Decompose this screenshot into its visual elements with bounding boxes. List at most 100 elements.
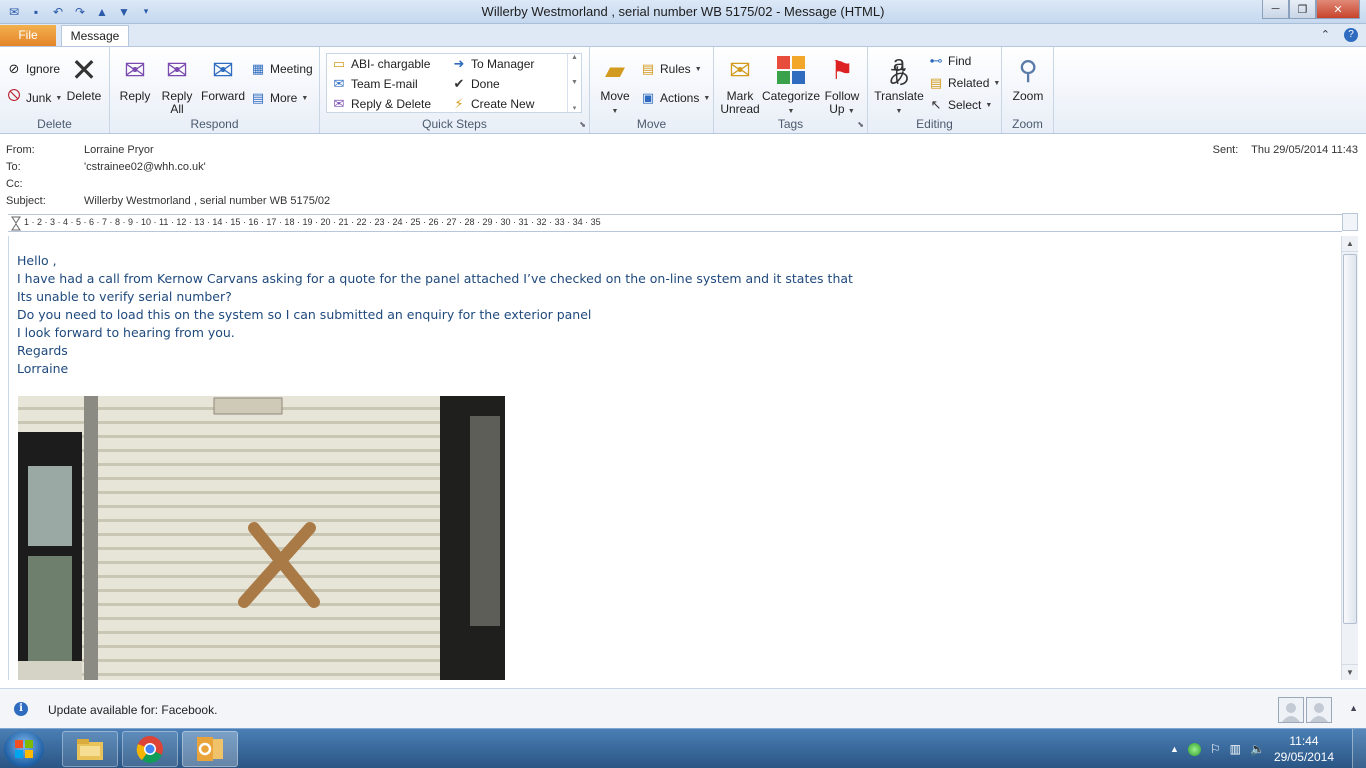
delete-button[interactable]: ✕ Delete [62,53,106,103]
reply-button[interactable]: ✉ Reply [116,53,154,103]
info-icon: i [14,702,28,716]
network-icon[interactable]: ▥ [1230,742,1241,756]
mark-unread-button[interactable]: ✉ Mark Unread [718,53,762,116]
quick-step-to-manager[interactable]: ➜ To Manager [451,54,535,74]
quick-step-create-new[interactable]: ⚡ Create New [451,94,534,114]
lightning-icon: ⚡ [454,96,464,111]
chevron-down-icon: ▼ [787,108,795,115]
group-label-move: Move [636,117,667,131]
editing-group: aあ Translate ▼ ⊷ Find ▤ Related ▼ ↖ Sele… [868,47,1002,133]
group-label-tags: Tags [777,117,804,131]
avatar[interactable] [1306,697,1332,723]
scroll-down-icon[interactable]: ▼ [1342,664,1358,680]
binoculars-icon: ⊷ [929,53,943,68]
taskbar-chrome[interactable] [122,731,178,767]
ruler[interactable]: 1 · 2 · 3 · 4 · 5 · 6 · 7 · 8 · 9 · 10 ·… [8,214,1342,232]
quick-step-reply-delete[interactable]: ✉ Reply & Delete [331,94,432,114]
reply-all-button[interactable]: ✉ Reply All [158,53,196,116]
rules-button[interactable]: ▤ Rules ▼ [640,59,702,79]
forward-button[interactable]: ✉ Forward [200,53,246,103]
rules-icon: ▤ [641,61,655,76]
taskbar: ▲ ⚐ ▥ 🔈 11:44 29/05/2014 [0,728,1366,768]
related-icon: ▤ [929,75,943,90]
quick-steps-scroll[interactable]: ▲ ▼ ▾ [567,54,581,112]
expand-people-pane-icon[interactable]: ▲ [1349,703,1358,713]
delete-group: ⊘ Ignore 🛇 Junk ▼ ✕ Delete Delete [0,47,110,133]
volume-icon[interactable]: 🔈 [1250,742,1265,756]
scroll-up-icon[interactable]: ▲ [1342,236,1358,252]
restore-icon[interactable]: ❐ [1289,0,1316,19]
people-pane-avatars [1278,697,1332,723]
quick-step-team-email[interactable]: ✉ Team E-mail [331,74,418,94]
ruler-numbers: 1 · 2 · 3 · 4 · 5 · 6 · 7 · 8 · 9 · 10 ·… [24,217,601,227]
attached-panel-photo[interactable] [18,396,505,680]
body-line: Its unable to verify serial number? [17,289,232,304]
expand-gallery-icon[interactable]: ▾ [573,104,577,112]
find-button[interactable]: ⊷ Find [928,51,972,71]
zoom-button[interactable]: ⚲ Zoom [1006,53,1050,103]
checkmark-icon: ✔ [453,76,465,91]
avatar[interactable] [1278,697,1304,723]
tab-message[interactable]: Message [61,25,129,47]
show-desktop-button[interactable] [1352,729,1366,768]
more-icon: ▤ [251,90,265,105]
minimize-icon[interactable]: ─ [1262,0,1289,19]
related-button[interactable]: ▤ Related ▼ [928,73,1000,93]
taskbar-file-explorer[interactable] [62,731,118,767]
quick-step-done[interactable]: ✔ Done [451,74,500,94]
categorize-button[interactable]: Categorize ▼ [762,53,820,118]
actions-button[interactable]: ▣ Actions ▼ [640,88,710,108]
follow-up-button[interactable]: ⚑ Follow Up ▼ [820,53,864,118]
close-icon[interactable]: ✕ [1316,0,1360,19]
scroll-up-icon[interactable]: ▲ [571,54,578,61]
meeting-icon: ▦ [251,61,265,76]
cc-label: Cc: [6,178,23,190]
delete-x-icon: ✕ [70,51,98,88]
scroll-down-icon[interactable]: ▼ [571,79,578,86]
select-button[interactable]: ↖ Select ▼ [928,95,993,115]
tab-file[interactable]: File [0,25,56,46]
action-center-flag-icon[interactable]: ⚐ [1210,742,1221,756]
junk-button[interactable]: 🛇 Junk ▼ [6,88,62,108]
help-icon[interactable]: ? [1344,28,1358,42]
translate-button[interactable]: aあ Translate ▼ [872,53,926,118]
team-email-icon: ✉ [333,76,345,91]
clock-date: 29/05/2014 [1273,750,1334,764]
group-label-zoom: Zoom [1012,117,1043,131]
chevron-down-icon: ▼ [985,101,993,109]
scroll-thumb[interactable] [1343,254,1357,624]
from-value[interactable]: Lorraine Pryor [84,144,154,156]
ignore-button[interactable]: ⊘ Ignore [6,59,60,79]
start-button[interactable] [4,731,44,767]
reply-all-icon: ✉ [166,54,188,85]
chevron-down-icon: ▼ [703,94,711,102]
chevron-down-icon: ▼ [895,108,903,115]
red-flag-icon: ⚑ [830,54,854,85]
sent-value: Thu 29/05/2014 11:43 [1251,144,1358,156]
quick-steps-group: ▭ ABI- chargable ➜ To Manager ✉ Team E-m… [320,47,590,133]
window-controls: ─ ❐ ✕ [1262,0,1360,19]
move-button[interactable]: ▰ Move ▼ [596,53,634,118]
quick-step-abi-chargable[interactable]: ▭ ABI- chargable [331,54,431,74]
more-button[interactable]: ▤ More ▼ [250,88,308,108]
update-notice[interactable]: Update available for: Facebook. [48,703,217,717]
chevron-down-icon: ▼ [993,79,1001,87]
body-line: Regards [17,343,68,358]
message-body[interactable]: Hello , I have had a call from Kernow Ca… [8,236,1342,680]
group-label-quick-steps: Quick Steps [422,117,487,131]
meeting-button[interactable]: ▦ Meeting [250,59,313,79]
body-line: Do you need to load this on the system s… [17,307,592,322]
group-label-editing: Editing [916,117,953,131]
minimize-ribbon-icon[interactable]: ⌃ [1321,28,1330,42]
group-label-delete: Delete [37,117,72,131]
move-to-folder-icon: ▭ [332,56,346,71]
show-hidden-icons-icon[interactable]: ▲ [1170,744,1179,754]
taskbar-outlook[interactable] [182,731,238,767]
sent-info: Sent: Thu 29/05/2014 11:43 [1213,144,1358,156]
clock[interactable]: 11:44 29/05/2014 [1274,733,1334,765]
to-value[interactable]: 'cstrainee02@whh.co.uk' [84,161,206,173]
status-green-icon[interactable] [1187,742,1201,756]
view-ruler-toggle-icon[interactable] [1342,213,1358,231]
vertical-scrollbar[interactable]: ▲ ▼ [1341,236,1358,680]
chevron-down-icon: ▼ [611,108,619,115]
